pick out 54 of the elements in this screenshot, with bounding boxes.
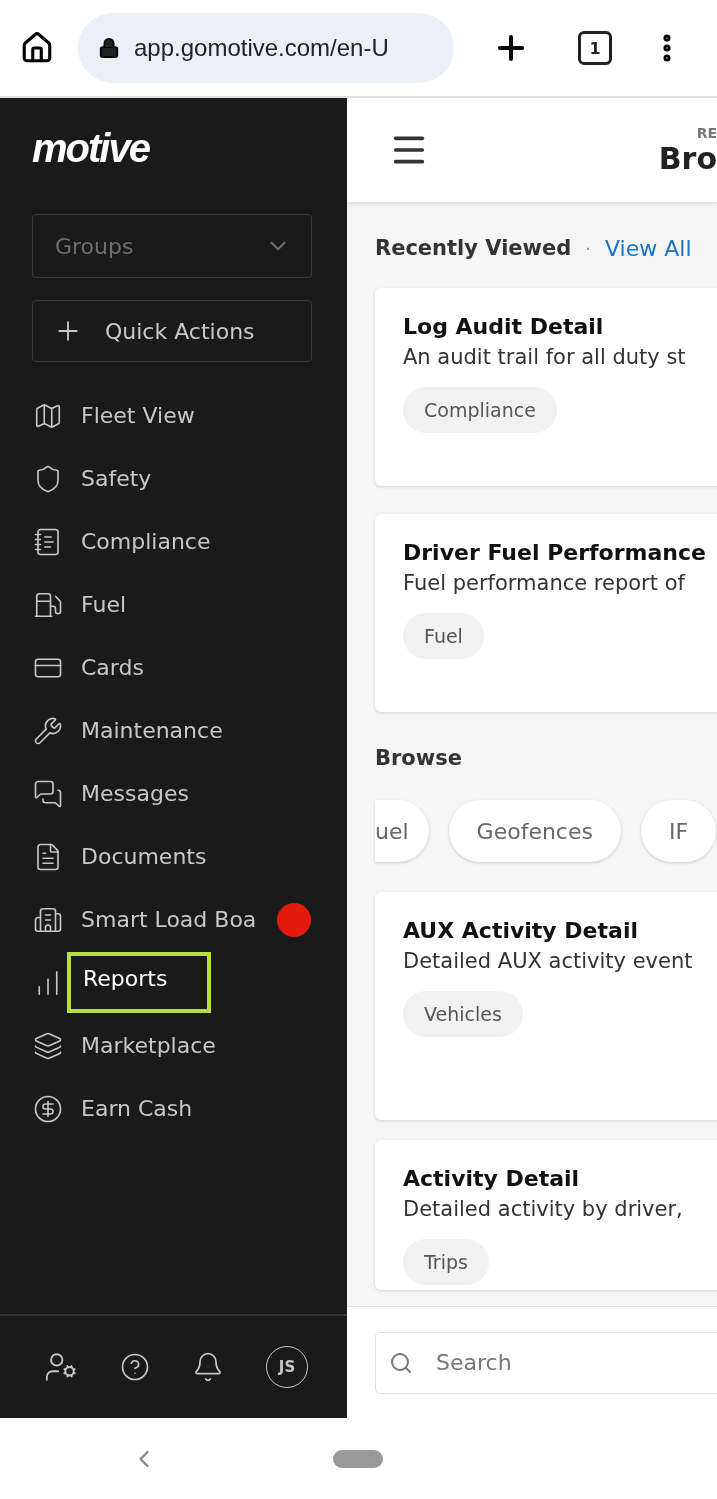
nav-item[interactable]: Smart Load Boa [81,907,257,932]
nav-item[interactable]: Cards [81,655,144,680]
nav-item[interactable]: Messages [81,781,189,806]
category-tag: Trips [403,1239,489,1285]
category-chip[interactable]: Geofences [448,800,621,862]
logo: motive [31,125,151,172]
report-card[interactable]: Log Audit Detail An audit trail for all duty st Compliance [375,288,717,486]
page-title: Bro [658,140,717,176]
nav-item[interactable]: Safety [81,466,152,491]
report-card[interactable]: Driver Fuel Performance Fuel performance report of Fuel [375,514,717,712]
category-tag: Vehicles [403,991,523,1037]
category-tag: Compliance [403,387,557,433]
section-title: Browse [375,746,462,770]
tab-count-button[interactable]: 1 [578,31,612,65]
view-all-link[interactable]: View All [605,235,692,261]
report-description: Detailed AUX activity event [403,949,693,973]
url-text: app.gomotive.com/en-U [134,34,389,62]
category-chip[interactable]: IF [640,800,717,862]
report-card[interactable]: AUX Activity Detail Detailed AUX activity event Vehicles [375,892,717,1120]
category-tag: Fuel [403,613,484,659]
home-handle[interactable] [333,1449,383,1468]
layers-icon [33,1030,63,1061]
nav-item[interactable]: Maintenance [81,718,223,743]
help-icon[interactable] [120,1352,150,1382]
report-title: AUX Activity Detail [403,918,638,943]
category-chip[interactable]: uel [375,800,429,862]
search-field[interactable]: Search [375,1331,717,1394]
nav-item[interactable]: Earn Cash [81,1096,193,1121]
chat-bubbles-icon [33,778,63,809]
report-title: Activity Detail [403,1166,580,1191]
separator-dot: · [585,237,592,259]
home-icon[interactable] [20,31,54,65]
report-card[interactable]: Activity Detail Detailed activity by driver, Trips [375,1140,717,1290]
bell-icon[interactable] [192,1351,224,1383]
nav-item[interactable]: Fuel [81,592,127,617]
nav-item[interactable]: Reports [67,952,212,1013]
report-title: Log Audit Detail [403,314,604,339]
user-settings-icon[interactable] [44,1350,78,1384]
nav-item[interactable]: Marketplace [81,1033,216,1058]
nav-item[interactable]: Fleet View [81,403,195,428]
report-title: Driver Fuel Performance [403,540,706,565]
report-description: Detailed activity by driver, [403,1197,683,1221]
search-icon [389,1350,413,1375]
nav-item[interactable]: Compliance [81,529,211,554]
page-eyebrow: RE [696,124,717,141]
quick-actions-button[interactable]: Quick Actions [32,300,312,362]
section-title: Recently Viewed [375,236,572,260]
wrench-icon [33,715,63,746]
lock-icon [98,37,120,59]
report-description: An audit trail for all duty st [403,345,686,369]
nav-item[interactable]: Documents [81,844,207,869]
report-description: Fuel performance report of [403,571,685,595]
address-bar[interactable]: app.gomotive.com/en-U [78,13,454,83]
dollar-coin-icon [33,1093,63,1124]
